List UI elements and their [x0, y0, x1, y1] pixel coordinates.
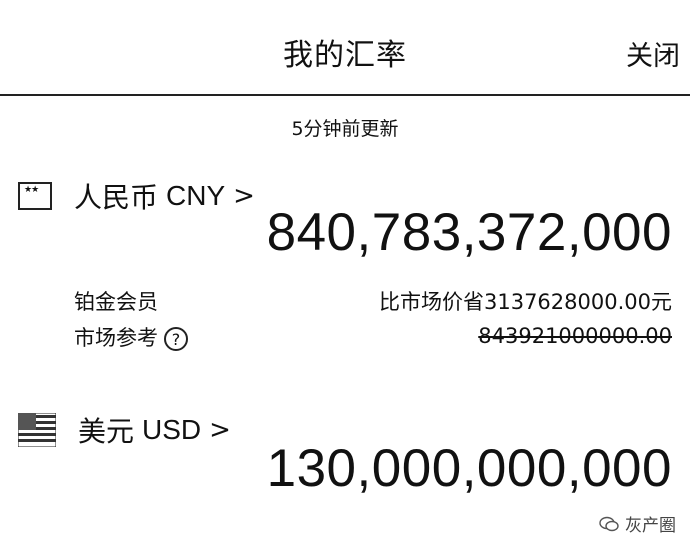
wechat-icon	[599, 516, 619, 532]
updated-time: 5分钟前更新	[291, 118, 399, 140]
market-reference: 市场参考?	[74, 322, 188, 352]
currency-code-cny: CNY	[166, 180, 226, 211]
us-flag-icon	[18, 413, 56, 447]
currency-selector-cny[interactable]: ★★ 人民币 CNY >	[18, 176, 255, 216]
cn-flag-icon: ★★	[18, 182, 52, 210]
close-button[interactable]: 关闭	[626, 34, 680, 73]
market-value: 843921000000.00	[478, 324, 672, 348]
currency-name-usd: 美元	[78, 415, 135, 448]
savings-text: 比市场价省3137628000.00元	[378, 290, 672, 314]
currency-name-cny: 人民币	[74, 181, 159, 214]
watermark: 灰产圈	[599, 511, 676, 536]
member-label: 铂金会员	[74, 290, 158, 314]
chevron-right-icon: >	[233, 181, 255, 211]
help-icon[interactable]: ?	[164, 327, 188, 351]
amount-usd: 130,000,000,000	[266, 439, 672, 498]
page-title: 我的汇率	[283, 38, 407, 73]
watermark-text: 灰产圈	[625, 516, 676, 536]
currency-selector-usd[interactable]: 美元 USD >	[18, 410, 231, 450]
amount-cny: 840,783,372,000	[266, 203, 672, 262]
market-reference-label: 市场参考	[74, 326, 158, 350]
currency-code-usd: USD	[142, 414, 202, 445]
chevron-right-icon: >	[209, 415, 231, 445]
header-bar: 我的汇率 关闭	[0, 0, 690, 96]
